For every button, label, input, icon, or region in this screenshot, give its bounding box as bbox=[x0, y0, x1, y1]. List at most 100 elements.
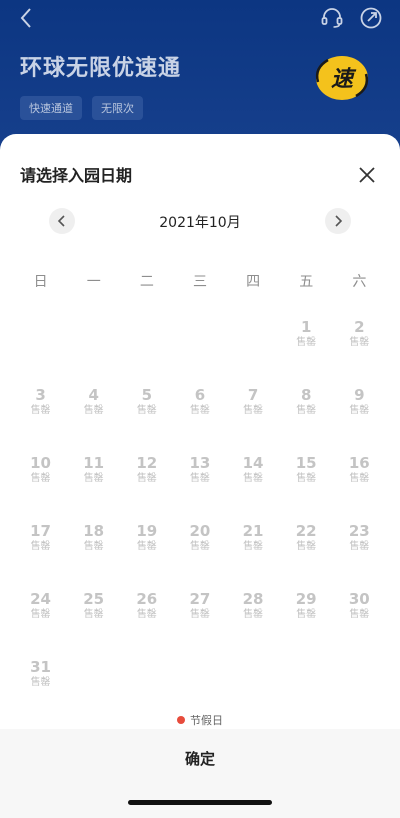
day-status: 售罄 bbox=[83, 609, 104, 620]
day-status: 售罄 bbox=[243, 405, 264, 416]
weekday-header: 日 一 二 三 四 五 六 bbox=[14, 271, 386, 291]
calendar-day[interactable]: 5 售罄 bbox=[120, 384, 173, 452]
calendar-day[interactable]: 1 售罄 bbox=[280, 316, 333, 384]
calendar-day[interactable]: 4 售罄 bbox=[67, 384, 120, 452]
calendar-day[interactable]: 29 售罄 bbox=[280, 588, 333, 656]
calendar-week-row: 24 售罄 25 售罄 26 售罄 27 售罄 28 售罄 29 售罄 30 售罄 bbox=[14, 588, 386, 656]
day-status: 售罄 bbox=[189, 473, 210, 484]
day-number: 12 bbox=[136, 454, 158, 472]
day-number: 28 bbox=[242, 590, 264, 608]
day-status: 售罄 bbox=[296, 473, 317, 484]
calendar-day[interactable]: 6 售罄 bbox=[173, 384, 226, 452]
calendar-day[interactable]: 3 售罄 bbox=[14, 384, 67, 452]
day-status: 售罄 bbox=[136, 473, 157, 484]
tag-list: 快速通道 无限次 bbox=[20, 96, 143, 120]
calendar-day[interactable]: 26 售罄 bbox=[120, 588, 173, 656]
calendar-day[interactable]: 22 售罄 bbox=[280, 520, 333, 588]
day-number: 18 bbox=[83, 522, 105, 540]
day-status: 售罄 bbox=[243, 609, 264, 620]
day-status: 售罄 bbox=[296, 337, 317, 348]
day-number: 19 bbox=[136, 522, 158, 540]
day-status: 售罄 bbox=[83, 405, 104, 416]
day-status: 售罄 bbox=[83, 473, 104, 484]
back-button[interactable] bbox=[14, 6, 38, 30]
day-number: 23 bbox=[348, 522, 370, 540]
calendar-day[interactable]: 11 售罄 bbox=[67, 452, 120, 520]
day-number: 24 bbox=[30, 590, 51, 608]
tag-unlimited: 无限次 bbox=[92, 96, 143, 120]
calendar-day[interactable]: 27 售罄 bbox=[173, 588, 226, 656]
day-number: 26 bbox=[136, 590, 158, 608]
weekday-label: 四 bbox=[246, 274, 261, 290]
day-status: 售罄 bbox=[243, 541, 264, 552]
calendar-day[interactable]: 9 售罄 bbox=[333, 384, 386, 452]
calendar-week-row: 1 售罄 2 售罄 bbox=[14, 316, 386, 384]
calendar-empty-cell bbox=[67, 316, 120, 384]
calendar-day[interactable]: 13 售罄 bbox=[173, 452, 226, 520]
calendar-day[interactable]: 23 售罄 bbox=[333, 520, 386, 588]
day-status: 售罄 bbox=[189, 609, 210, 620]
confirm-button[interactable]: 确定 bbox=[0, 729, 400, 787]
calendar-day[interactable]: 20 售罄 bbox=[173, 520, 226, 588]
headset-icon[interactable] bbox=[320, 6, 344, 30]
day-number: 21 bbox=[242, 522, 264, 540]
calendar-day[interactable]: 16 售罄 bbox=[333, 452, 386, 520]
weekday-label: 三 bbox=[192, 274, 207, 290]
weekday-label: 日 bbox=[33, 274, 48, 290]
day-number: 9 bbox=[354, 386, 365, 404]
calendar-day[interactable]: 14 售罄 bbox=[227, 452, 280, 520]
day-number: 8 bbox=[300, 386, 312, 404]
day-number: 4 bbox=[88, 386, 99, 404]
next-month-button[interactable] bbox=[325, 208, 351, 234]
calendar-day[interactable]: 24 售罄 bbox=[14, 588, 67, 656]
day-status: 售罄 bbox=[30, 473, 51, 484]
day-status: 售罄 bbox=[30, 677, 51, 688]
calendar-day[interactable]: 10 售罄 bbox=[14, 452, 67, 520]
share-icon[interactable] bbox=[359, 6, 383, 30]
day-number: 16 bbox=[348, 454, 370, 472]
holiday-legend: 节假日 bbox=[0, 712, 400, 728]
calendar-day[interactable]: 18 售罄 bbox=[67, 520, 120, 588]
calendar-day[interactable]: 15 售罄 bbox=[280, 452, 333, 520]
chevron-right-icon bbox=[335, 215, 343, 227]
day-number: 17 bbox=[30, 522, 51, 540]
day-status: 售罄 bbox=[30, 609, 51, 620]
calendar-week-row: 17 售罄 18 售罄 19 售罄 20 售罄 21 售罄 22 售罄 23 售罄 bbox=[14, 520, 386, 588]
day-status: 售罄 bbox=[349, 473, 370, 484]
month-navigator: 2021年10月 bbox=[0, 206, 400, 236]
day-status: 售罄 bbox=[83, 541, 104, 552]
weekday-label: 二 bbox=[139, 274, 154, 290]
day-status: 售罄 bbox=[189, 405, 210, 416]
close-icon[interactable] bbox=[356, 164, 378, 186]
calendar-day[interactable]: 8 售罄 bbox=[280, 384, 333, 452]
calendar-day[interactable]: 30 售罄 bbox=[333, 588, 386, 656]
calendar-day[interactable]: 2 售罄 bbox=[333, 316, 386, 384]
calendar-day[interactable]: 21 售罄 bbox=[227, 520, 280, 588]
day-number: 27 bbox=[189, 590, 211, 608]
day-status: 售罄 bbox=[349, 337, 370, 348]
weekday-label: 六 bbox=[352, 274, 367, 290]
day-number: 1 bbox=[300, 318, 312, 336]
calendar-empty-cell bbox=[14, 316, 67, 384]
calendar-day[interactable]: 12 售罄 bbox=[120, 452, 173, 520]
holiday-dot-icon bbox=[177, 716, 185, 724]
calendar-day[interactable]: 19 售罄 bbox=[120, 520, 173, 588]
date-picker-sheet: 请选择入园日期 2021年10月 日 一 二 三 四 五 六 1 售罄 2 售罄 3 售罄… bbox=[0, 134, 400, 818]
day-number: 22 bbox=[295, 522, 317, 540]
calendar-day[interactable]: 17 售罄 bbox=[14, 520, 67, 588]
day-number: 30 bbox=[348, 590, 370, 608]
day-number: 29 bbox=[295, 590, 317, 608]
day-status: 售罄 bbox=[349, 405, 370, 416]
day-status: 售罄 bbox=[136, 609, 157, 620]
calendar-day[interactable]: 25 售罄 bbox=[67, 588, 120, 656]
day-number: 15 bbox=[295, 454, 317, 472]
day-number: 7 bbox=[247, 386, 259, 404]
day-status: 售罄 bbox=[136, 405, 157, 416]
calendar-day[interactable]: 7 售罄 bbox=[227, 384, 280, 452]
chevron-left-icon bbox=[20, 8, 31, 28]
page-title: 环球无限优速通 bbox=[20, 56, 182, 81]
day-number: 6 bbox=[194, 386, 206, 404]
calendar-day[interactable]: 28 售罄 bbox=[227, 588, 280, 656]
legend-label: 节假日 bbox=[190, 714, 223, 727]
day-status: 售罄 bbox=[189, 541, 210, 552]
